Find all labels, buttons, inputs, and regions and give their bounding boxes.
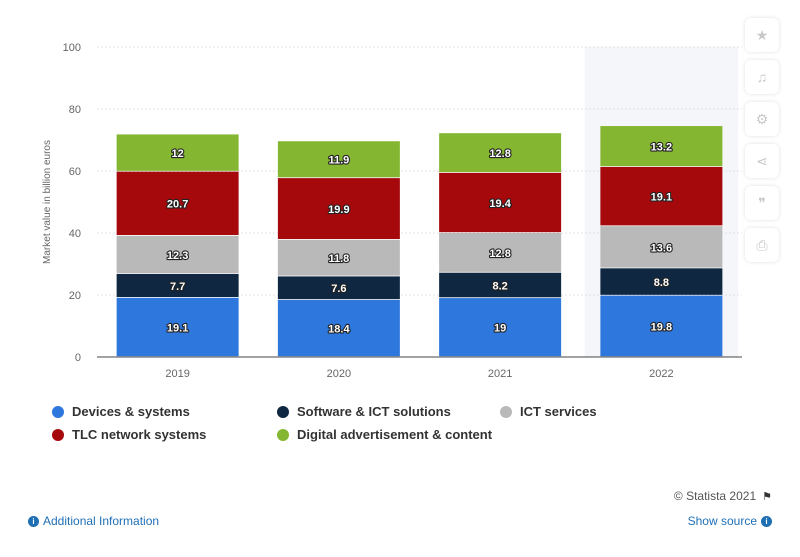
- bell-icon[interactable]: ♫: [745, 60, 779, 94]
- data-label: 19.8: [651, 321, 672, 333]
- legend-item-ict-services[interactable]: ICT services: [500, 404, 597, 419]
- copyright: © Statista 2021 ⚑: [674, 489, 772, 503]
- copyright-text: © Statista 2021: [673, 489, 757, 503]
- data-label: 18.4: [328, 323, 350, 335]
- stacked-bar-chart: 0 20 40 60 80 100 Market value in billion eur…: [42, 42, 742, 380]
- legend-item-tlc[interactable]: TLC network systems: [52, 427, 206, 442]
- data-label: 12: [172, 148, 184, 160]
- y-tick-label: 100: [63, 42, 81, 54]
- data-label: 19.4: [489, 198, 511, 210]
- data-label: 12.8: [489, 248, 510, 260]
- x-axis-ticks: 2019 2020 2021 2022: [165, 368, 673, 380]
- legend-marker: [500, 405, 512, 418]
- y-tick-label: 20: [69, 290, 81, 302]
- data-label: 8.2: [492, 280, 507, 292]
- data-label: 19.1: [651, 192, 672, 204]
- legend-item-software[interactable]: Software & ICT solutions: [277, 404, 451, 419]
- data-label: 12.8: [489, 148, 510, 160]
- data-label: 11.9: [328, 155, 349, 167]
- print-icon[interactable]: ⎙: [745, 228, 779, 262]
- y-tick-label: 40: [69, 228, 81, 240]
- show-source-link[interactable]: Show source i: [688, 514, 772, 528]
- x-tick-label: 2021: [488, 368, 512, 380]
- data-label: 11.8: [328, 253, 349, 265]
- legend-label: ICT services: [520, 404, 597, 419]
- bars: [116, 126, 723, 357]
- legend-marker: [277, 405, 289, 418]
- legend-marker: [277, 428, 289, 441]
- star-icon[interactable]: ★: [745, 18, 779, 52]
- data-label: 19: [494, 323, 506, 335]
- data-label: 8.8: [654, 277, 669, 289]
- legend-label: Digital advertisement & content: [297, 427, 493, 442]
- y-tick-label: 0: [75, 352, 81, 364]
- data-label: 7.6: [331, 283, 346, 295]
- data-label: 7.7: [170, 281, 185, 293]
- legend-label: Devices & systems: [72, 404, 190, 419]
- flag-icon[interactable]: ⚑: [762, 490, 772, 503]
- legend-label: Software & ICT solutions: [297, 404, 451, 419]
- gear-icon[interactable]: ⚙: [745, 102, 779, 136]
- y-tick-label: 60: [69, 166, 81, 178]
- x-tick-label: 2019: [165, 368, 189, 380]
- y-axis-label: Market value in billion euros: [42, 140, 53, 264]
- legend-marker: [52, 428, 64, 441]
- legend-item-devices[interactable]: Devices & systems: [52, 404, 190, 419]
- data-label: 19.9: [328, 204, 349, 216]
- data-label: 13.2: [651, 142, 672, 154]
- additional-information-link[interactable]: i Additional Information: [28, 514, 159, 528]
- chart-toolbar: ★ ♫ ⚙ ⋖ ❞ ⎙: [745, 18, 781, 270]
- data-label: 19.1: [167, 322, 188, 334]
- info-icon: i: [28, 515, 39, 527]
- show-source-label: Show source: [687, 514, 757, 528]
- y-axis-ticks: 0 20 40 60 80 100: [63, 42, 81, 364]
- legend-item-digital[interactable]: Digital advertisement & content: [277, 427, 492, 442]
- additional-information-label: Additional Information: [43, 514, 160, 528]
- data-label: 12.3: [167, 250, 188, 262]
- legend-label: TLC network systems: [72, 427, 207, 442]
- legend-marker: [52, 405, 64, 418]
- quote-icon[interactable]: ❞: [745, 186, 779, 220]
- y-tick-label: 80: [69, 104, 81, 116]
- info-icon: i: [761, 515, 772, 527]
- x-tick-label: 2022: [649, 368, 673, 380]
- share-icon[interactable]: ⋖: [745, 144, 779, 178]
- data-label: 20.7: [167, 199, 188, 211]
- x-tick-label: 2020: [327, 368, 351, 380]
- data-label: 13.6: [651, 242, 672, 254]
